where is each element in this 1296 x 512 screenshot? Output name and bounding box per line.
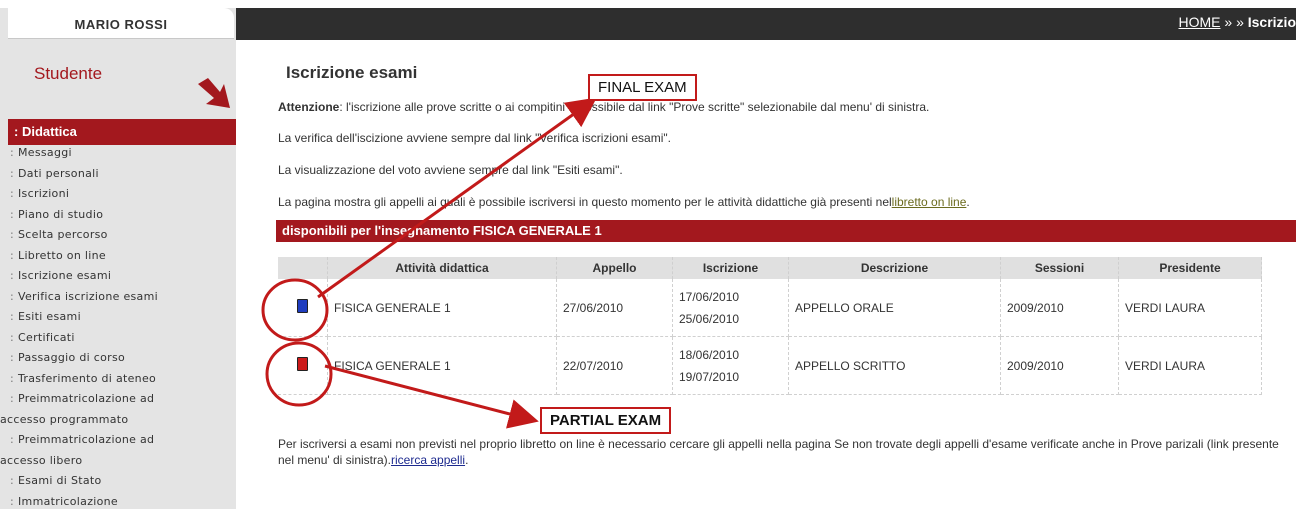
arrow-line xyxy=(325,366,533,420)
arrow-line xyxy=(318,101,592,297)
highlight-circle xyxy=(267,343,331,405)
final-exam-callout: FINAL EXAM xyxy=(588,74,697,101)
highlight-circle xyxy=(263,280,327,340)
partial-exam-callout: PARTIAL EXAM xyxy=(540,407,671,434)
